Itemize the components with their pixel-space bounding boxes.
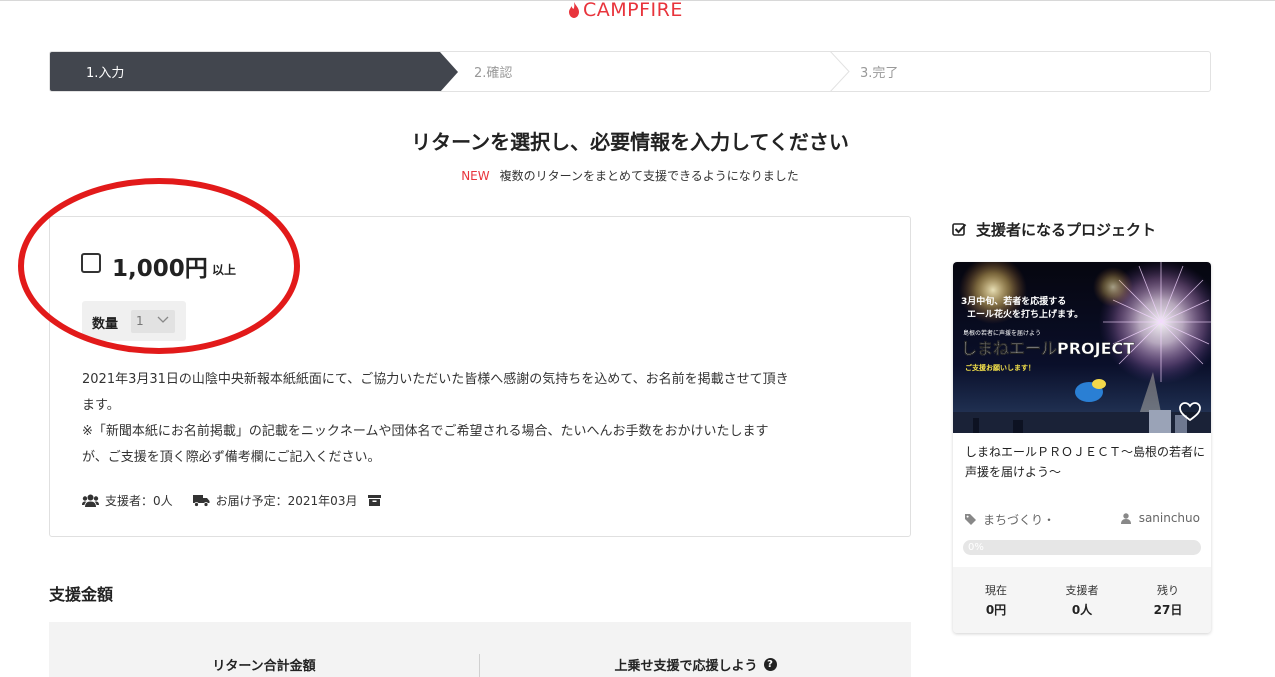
extra-support-label: 上乗せ支援で応援しよう bbox=[614, 659, 758, 674]
stat-label: 残り bbox=[1157, 584, 1179, 597]
progress-steps: 1.入力 2.確認 3.完了 bbox=[49, 51, 1211, 92]
image-caption-sub: ご支援お願いします！ bbox=[965, 363, 1035, 372]
owner-name: saninchuo bbox=[1138, 511, 1200, 525]
stat-value: 0人 bbox=[1071, 603, 1093, 617]
description-line: が、ご支援を頂く際必ず備考欄にご記入ください。 bbox=[82, 450, 381, 465]
sidebar-title-text: 支援者になるプロジェクト bbox=[976, 221, 1157, 239]
image-caption-1: 3月中旬、若者を応援する bbox=[961, 295, 1066, 307]
stat-label: 支援者 bbox=[1065, 584, 1099, 597]
users-icon bbox=[82, 494, 99, 507]
return-total-label: リターン合計金額 bbox=[212, 659, 316, 674]
tag-icon bbox=[965, 514, 976, 525]
funding-progress-bar: 0% bbox=[963, 540, 1201, 555]
new-badge: NEW bbox=[461, 169, 490, 183]
supporters-count: 支援者：0人 bbox=[105, 494, 173, 508]
stat-label: 現在 bbox=[985, 584, 1007, 597]
step-confirm: 2.確認 bbox=[474, 66, 513, 81]
note-text: 複数のリターンをまとめて支援できるようになりました bbox=[499, 169, 799, 183]
delivery-date: お届け予定：2021年03月 bbox=[215, 494, 358, 508]
step-arrow bbox=[440, 52, 458, 91]
truck-icon bbox=[192, 495, 210, 507]
category-text: まちづくり・ bbox=[983, 513, 1056, 527]
logo-text: CAMPFIRE bbox=[583, 0, 683, 21]
page-title: リターンを選択し、必要情報を入力してください bbox=[411, 130, 849, 154]
reward-meta: 支援者：0人 お届け予定：2021年03月 bbox=[82, 492, 387, 509]
progress-text: 0% bbox=[968, 542, 984, 553]
project-owner[interactable]: saninchuo bbox=[1120, 511, 1200, 525]
stat-current: 現在 0円 bbox=[953, 567, 1039, 633]
stat-value: 0円 bbox=[985, 603, 1007, 617]
reward-description: 2021年3月31日の山陰中央新報本紙紙面にて、ご協力いただいた皆様へ感謝の気持… bbox=[82, 367, 882, 471]
fireworks-image: 3月中旬、若者を応援する エール花火を打ち上げます。 島根の若者に声援を届けよう… bbox=[953, 262, 1211, 433]
description-line: 2021年3月31日の山陰中央新報本紙紙面にて、ご協力いただいた皆様へ感謝の気持… bbox=[82, 372, 789, 387]
help-icon[interactable]: ? bbox=[763, 658, 777, 671]
amount-summary: リターン合計金額 上乗せ支援で応援しよう ? bbox=[49, 622, 911, 677]
description-line: ※「新聞本紙にお名前掲載」の記載をニックネームや団体名でご希望される場合、たいへ… bbox=[82, 424, 769, 439]
image-main-title: しまねエールPROJECT bbox=[961, 339, 1134, 358]
image-caption-2: エール花火を打ち上げます。 bbox=[967, 308, 1083, 320]
stat-supporters: 支援者 0人 bbox=[1039, 567, 1125, 633]
project-stats: 現在 0円 支援者 0人 残り 27日 bbox=[953, 567, 1211, 633]
checkbox-checked-icon bbox=[952, 223, 967, 236]
flame-icon bbox=[569, 2, 579, 18]
stat-value: 27日 bbox=[1153, 603, 1183, 617]
step-complete: 3.完了 bbox=[860, 66, 899, 81]
campfire-logo[interactable]: CAMPFIRE bbox=[568, 0, 683, 21]
red-circle-annotation bbox=[18, 178, 300, 354]
box-icon bbox=[368, 495, 382, 506]
project-card[interactable]: 3月中旬、若者を応援する エール花火を打ち上げます。 島根の若者に声援を届けよう… bbox=[953, 262, 1211, 633]
user-icon bbox=[1120, 512, 1131, 524]
project-image[interactable]: 3月中旬、若者を応援する エール花火を打ち上げます。 島根の若者に声援を届けよう… bbox=[953, 262, 1211, 433]
extra-support[interactable]: 上乗せ支援で応援しよう ? bbox=[480, 655, 911, 674]
support-amount-heading: 支援金額 bbox=[49, 585, 114, 604]
step-input: 1.入力 bbox=[50, 52, 440, 91]
description-line: ます。 bbox=[82, 398, 120, 413]
stat-remaining: 残り 27日 bbox=[1125, 567, 1211, 633]
project-category[interactable]: まちづくり・ bbox=[965, 511, 1055, 528]
project-name[interactable]: しまねエールＰＲＯＪＥＣＴ〜島根の若者に声援を届けよう〜 bbox=[965, 442, 1205, 482]
sidebar-title: 支援者になるプロジェクト bbox=[952, 219, 1156, 240]
step-divider bbox=[830, 52, 850, 91]
heart-icon[interactable] bbox=[1179, 402, 1201, 422]
image-caption-small: 島根の若者に声援を届けよう bbox=[963, 329, 1041, 337]
